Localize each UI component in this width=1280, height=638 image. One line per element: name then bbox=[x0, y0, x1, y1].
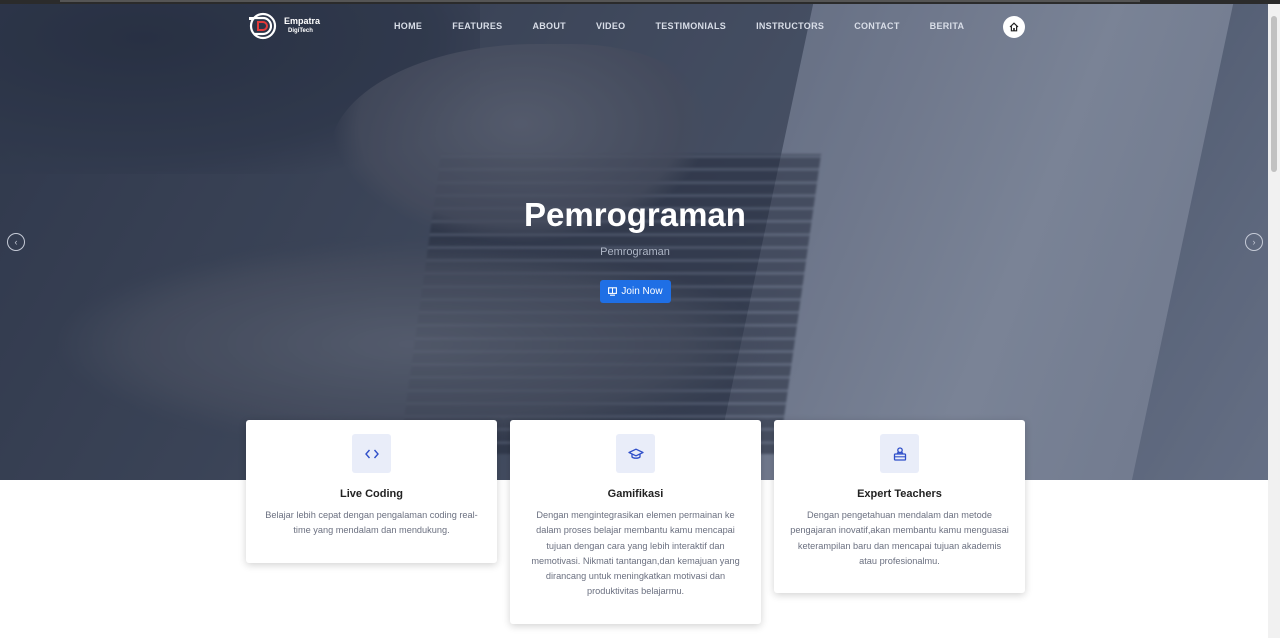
brand-tagline: DigiTech bbox=[288, 28, 313, 34]
nav-item-instructors[interactable]: INSTRUCTORS bbox=[756, 21, 824, 31]
teacher-icon bbox=[893, 446, 906, 461]
graduation-cap-icon bbox=[627, 448, 644, 459]
feature-icon-box bbox=[616, 434, 655, 473]
brand-name: Empatra bbox=[284, 16, 321, 26]
feature-title: Gamifikasi bbox=[607, 488, 664, 500]
page: Empatra DigiTech HOME FEATURES ABOUT VID… bbox=[0, 0, 1280, 638]
home-icon bbox=[1009, 22, 1019, 32]
page-scrollbar[interactable] bbox=[1268, 4, 1280, 638]
feature-title: Expert Teachers bbox=[857, 488, 942, 500]
feature-icon-box bbox=[352, 434, 391, 473]
feature-card-expert-teachers: Expert Teachers Dengan pengetahuan menda… bbox=[774, 420, 1025, 593]
feature-card-gamifikasi: Gamifikasi Dengan mengintegrasikan eleme… bbox=[510, 420, 761, 624]
nav-item-testimonials[interactable]: TESTIMONIALS bbox=[655, 21, 726, 31]
hero-title: Pemrograman bbox=[524, 196, 746, 233]
scrollbar-thumb[interactable] bbox=[1271, 16, 1277, 172]
hero-carousel bbox=[0, 4, 1268, 480]
nav-item-about[interactable]: ABOUT bbox=[532, 21, 566, 31]
feature-icon-box bbox=[880, 434, 919, 473]
nav-item-home[interactable]: HOME bbox=[394, 21, 422, 31]
nav-item-video[interactable]: VIDEO bbox=[596, 21, 626, 31]
feature-card-live-coding: Live Coding Belajar lebih cepat dengan p… bbox=[246, 420, 497, 563]
book-icon bbox=[608, 287, 618, 296]
feature-description: Dengan mengintegrasikan elemen permainan… bbox=[531, 510, 740, 597]
join-now-button[interactable]: Join Now bbox=[600, 280, 671, 303]
nav-item-contact[interactable]: CONTACT bbox=[854, 21, 899, 31]
hero-subtitle: Pemrograman bbox=[600, 246, 670, 258]
empatra-logo-icon bbox=[249, 12, 277, 40]
code-icon bbox=[364, 449, 379, 458]
nav-item-features[interactable]: FEATURES bbox=[452, 21, 502, 31]
join-now-label: Join Now bbox=[621, 286, 663, 297]
feature-title: Live Coding bbox=[340, 488, 403, 500]
brand-logo[interactable]: Empatra DigiTech bbox=[248, 11, 320, 40]
feature-description: Dengan pengetahuan mendalam dan metode p… bbox=[790, 510, 1009, 566]
feature-description: Belajar lebih cepat dengan pengalaman co… bbox=[265, 510, 478, 536]
nav-item-berita[interactable]: BERITA bbox=[930, 21, 965, 31]
home-button[interactable] bbox=[1003, 16, 1025, 38]
main-nav: HOME FEATURES ABOUT VIDEO TESTIMONIALS I… bbox=[394, 21, 994, 31]
navbar: Empatra DigiTech HOME FEATURES ABOUT VID… bbox=[0, 4, 1268, 50]
